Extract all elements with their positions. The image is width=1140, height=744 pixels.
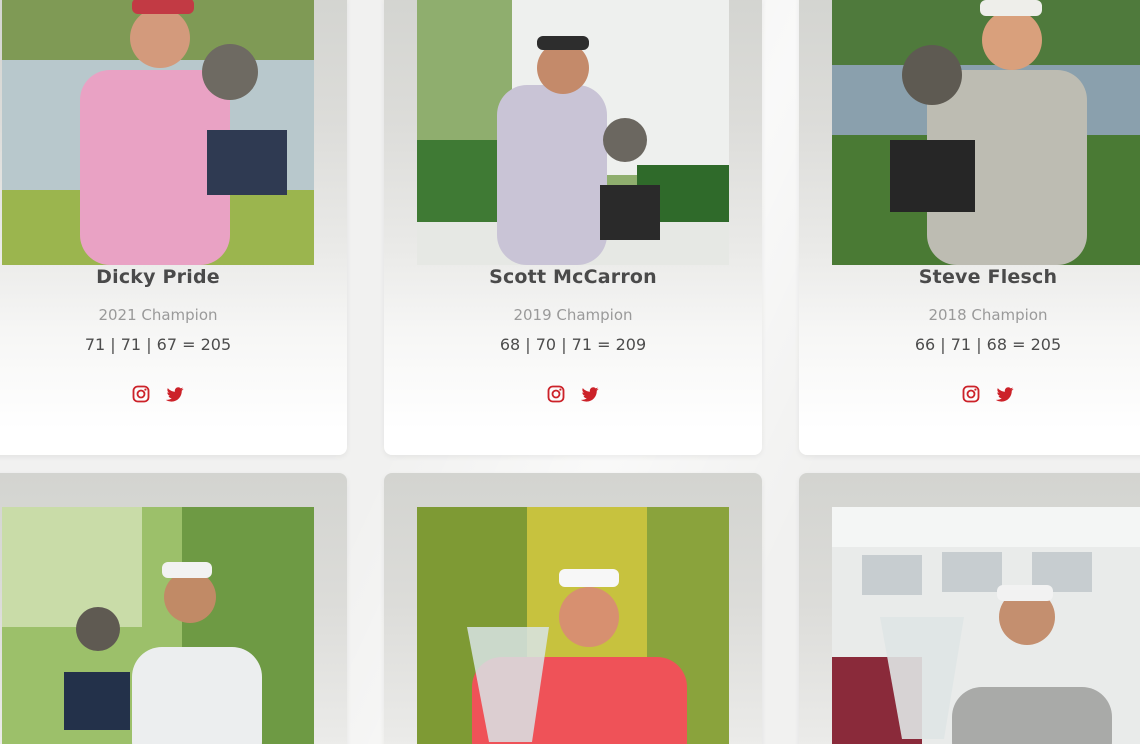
champion-card [384,473,762,744]
champion-card: Dicky Pride 2021 Champion 71 | 71 | 67 =… [0,0,347,455]
social-links [384,384,762,404]
champion-card: Scott McCarron 2019 Champion 68 | 70 | 7… [384,0,762,455]
social-links [799,384,1140,404]
champion-score: 71 | 71 | 67 = 205 [84,335,232,354]
champion-card [0,473,347,744]
instagram-icon[interactable] [131,384,151,404]
champion-photo[interactable] [2,507,314,744]
champion-photo[interactable] [2,0,314,265]
champion-year: 2019 Champion [513,306,633,324]
champion-year: 2018 Champion [928,306,1048,324]
champion-name: Steve Flesch [918,266,1058,288]
champion-photo[interactable] [417,507,729,744]
champion-name: Dicky Pride [96,266,220,288]
champion-card: Steve Flesch 2018 Champion 66 | 71 | 68 … [799,0,1140,455]
champion-photo[interactable] [832,0,1140,265]
champion-photo[interactable] [417,0,729,265]
champion-score: 66 | 71 | 68 = 205 [914,335,1062,354]
instagram-icon[interactable] [961,384,981,404]
twitter-icon[interactable] [580,384,600,404]
champion-name: Scott McCarron [489,266,657,288]
social-links [0,384,347,404]
instagram-icon[interactable] [546,384,566,404]
champion-score: 68 | 70 | 71 = 209 [499,335,647,354]
twitter-icon[interactable] [165,384,185,404]
champion-card [799,473,1140,744]
champion-year: 2021 Champion [98,306,218,324]
twitter-icon[interactable] [995,384,1015,404]
champion-photo[interactable] [832,507,1140,744]
